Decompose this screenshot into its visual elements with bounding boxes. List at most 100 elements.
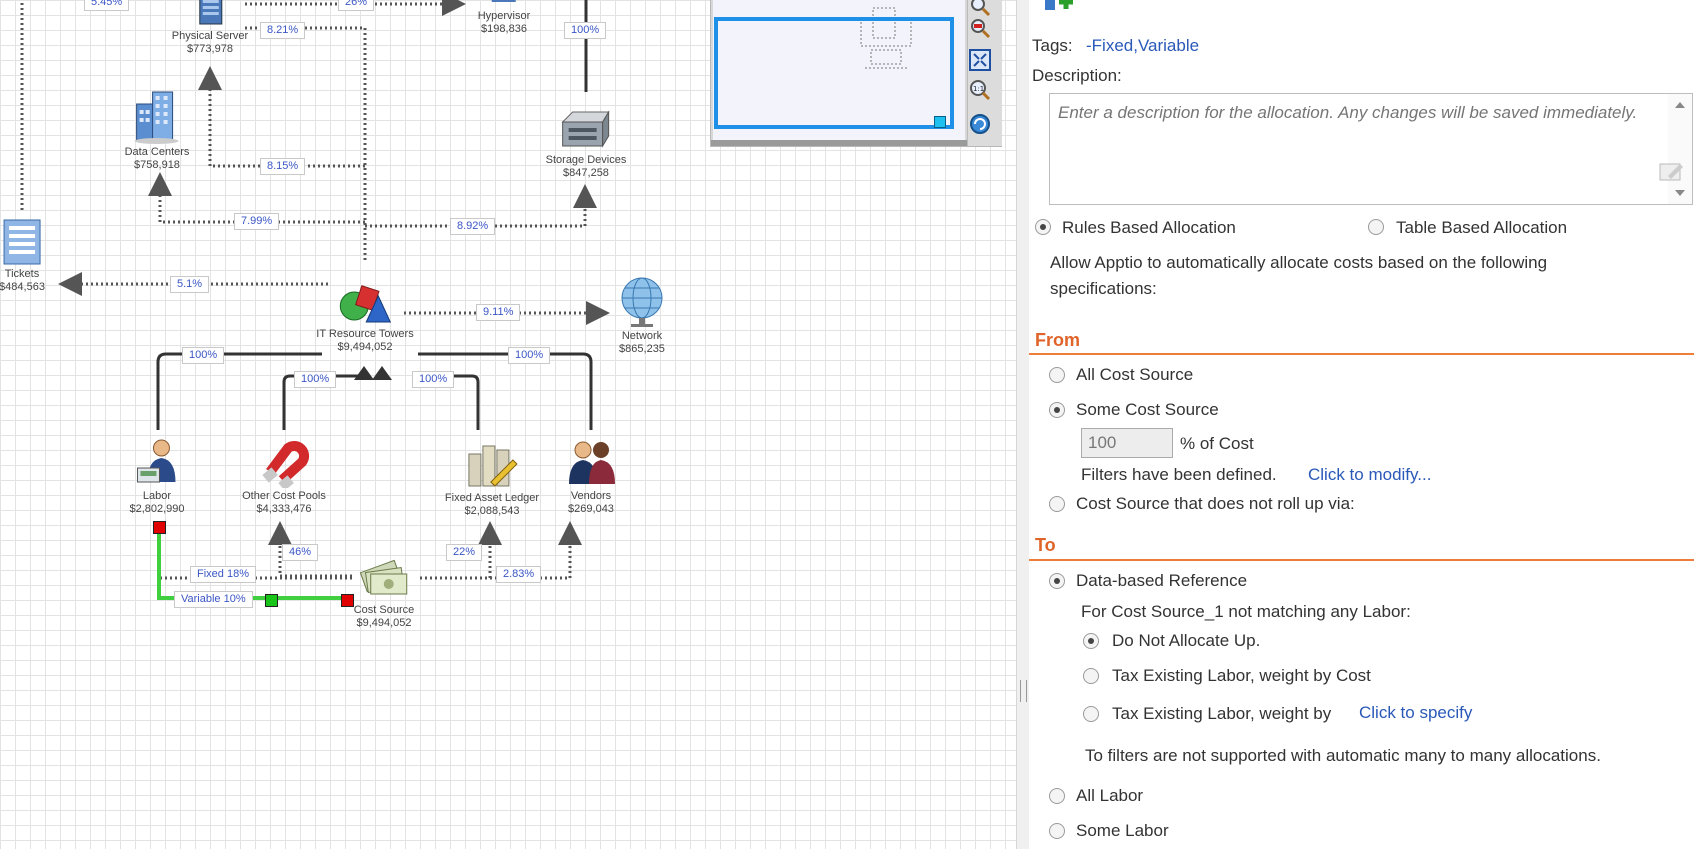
node-hypervisor[interactable]: Hypervisor $198,836 (478, 0, 530, 36)
connector (420, 521, 582, 580)
connection-label[interactable]: 8.15% (260, 158, 306, 175)
connection-label[interactable]: 100% (294, 371, 337, 388)
node-name: Labor (142, 490, 172, 502)
viewport-resize-handle[interactable] (934, 116, 946, 128)
click-to-specify-link[interactable]: Click to specify (1359, 703, 1472, 723)
actual-size-icon[interactable]: 1:1 (968, 78, 992, 102)
building-icon (135, 91, 179, 144)
some-cost-source-radio[interactable] (1049, 402, 1065, 418)
money-icon (360, 559, 408, 595)
all-cost-source-label[interactable]: All Cost Source (1076, 365, 1193, 385)
connection-label[interactable]: 22% (446, 544, 483, 561)
zoom-out-icon[interactable] (968, 16, 992, 40)
worker-icon (136, 439, 175, 483)
node-value: $4,333,476 (256, 503, 312, 515)
connection-label[interactable]: 26% (338, 0, 375, 11)
all-labor-label[interactable]: All Labor (1076, 786, 1143, 806)
rules-based-radio[interactable] (1035, 219, 1051, 235)
node-value: $269,043 (568, 503, 614, 515)
connection-label[interactable]: 9.11% (476, 304, 521, 321)
fit-to-screen-icon[interactable] (968, 48, 992, 72)
connection-label[interactable]: 2.83% (496, 566, 542, 583)
node-name: IT Resource Towers (316, 328, 414, 340)
allocation-properties-panel: Tags: -Fixed,Variable Description: Rules… (1029, 0, 1701, 849)
rules-based-label[interactable]: Rules Based Allocation (1062, 218, 1236, 238)
splitter-grip[interactable] (1020, 680, 1027, 702)
connection-label[interactable]: 7.99% (234, 213, 280, 230)
node-tickets[interactable]: Tickets $484,563 (0, 216, 45, 294)
node-data-centers[interactable]: Data Centers $758,918 (125, 86, 189, 172)
connector-start-handle[interactable] (341, 594, 354, 607)
data-based-reference-radio[interactable] (1049, 573, 1065, 589)
connection-label[interactable]: 46% (282, 544, 319, 561)
allocation-canvas[interactable]: Physical Server $773,978 Hypervisor $198… (0, 0, 1016, 849)
tax-by-cost-radio[interactable] (1083, 668, 1099, 684)
connector-midpoint-handle[interactable] (265, 594, 278, 607)
connector-end-handle[interactable] (153, 521, 166, 534)
connection-label[interactable]: Fixed 18% (190, 566, 256, 583)
description-scrollbar[interactable] (1668, 94, 1692, 204)
node-name: Storage Devices (545, 154, 627, 166)
connection-label[interactable]: 100% (508, 347, 551, 364)
connection-label[interactable]: 100% (412, 371, 455, 388)
percent-of-cost-input[interactable] (1081, 428, 1173, 458)
some-labor-label[interactable]: Some Labor (1076, 821, 1169, 841)
tags-value[interactable]: -Fixed,Variable (1086, 36, 1199, 56)
node-it-resource-towers[interactable]: IT Resource Towers $9,494,052 (316, 282, 414, 354)
no-rollup-label[interactable]: Cost Source that does not roll up via: (1076, 494, 1355, 514)
for-cost-source-text: For Cost Source_1 not matching any Labor… (1081, 602, 1411, 621)
many-to-many-note: To filters are not supported with automa… (1085, 746, 1601, 765)
allow-description-line1: Allow Apptio to automatically allocate c… (1050, 253, 1548, 272)
node-cost-source[interactable]: Cost Source $9,494,052 (354, 558, 414, 630)
tax-by-cost-label[interactable]: Tax Existing Labor, weight by Cost (1112, 666, 1371, 686)
tickets-icon (3, 219, 41, 265)
do-not-allocate-radio[interactable] (1083, 633, 1099, 649)
table-based-label[interactable]: Table Based Allocation (1396, 218, 1567, 238)
ledger-icon (468, 445, 518, 487)
tax-by-custom-radio[interactable] (1083, 706, 1099, 722)
node-labor[interactable]: Labor $2,802,990 (129, 436, 185, 516)
panel-splitter[interactable] (1016, 0, 1030, 849)
no-rollup-radio[interactable] (1049, 496, 1065, 512)
node-value: $865,235 (619, 343, 665, 355)
edit-note-icon[interactable] (1658, 160, 1686, 184)
connection-label[interactable]: 8.92% (450, 218, 496, 235)
tax-by-custom-label[interactable]: Tax Existing Labor, weight by (1112, 704, 1331, 724)
data-based-reference-label[interactable]: Data-based Reference (1076, 571, 1247, 591)
overview-panel[interactable] (710, 0, 1002, 147)
node-storage-devices[interactable]: Storage Devices $847,258 (545, 108, 627, 180)
overview-scrollbar[interactable] (711, 140, 969, 146)
connection-label[interactable]: 100% (182, 347, 225, 364)
node-other-cost-pools[interactable]: Other Cost Pools $4,333,476 (242, 436, 326, 516)
tags-label: Tags: (1032, 36, 1073, 55)
connection-label[interactable]: Variable 10% (174, 591, 253, 608)
connector (418, 352, 593, 430)
all-labor-radio[interactable] (1049, 788, 1065, 804)
overview-viewport-frame[interactable] (714, 17, 954, 129)
all-cost-source-radio[interactable] (1049, 367, 1065, 383)
connection-label[interactable]: 5.1% (170, 276, 210, 293)
some-labor-radio[interactable] (1049, 823, 1065, 839)
node-network[interactable]: Network $865,235 (617, 274, 667, 356)
connector-arrowhead (354, 366, 392, 380)
description-box[interactable] (1049, 93, 1693, 205)
from-section-title: From (1035, 330, 1080, 350)
magnet-icon (262, 441, 309, 488)
node-vendors[interactable]: Vendors $269,043 (563, 436, 619, 516)
node-physical-server[interactable]: Physical Server $773,978 (172, 0, 248, 56)
node-fixed-asset-ledger[interactable]: Fixed Asset Ledger $2,088,543 (445, 438, 539, 518)
add-allocation-icon[interactable] (1043, 0, 1079, 14)
connection-label[interactable]: 8.21% (260, 22, 306, 39)
description-input[interactable] (1050, 94, 1660, 202)
connection-label[interactable]: 5.45% (84, 0, 130, 11)
some-cost-source-label[interactable]: Some Cost Source (1076, 400, 1219, 420)
percent-of-cost-label: % of Cost (1180, 434, 1254, 453)
refresh-layout-icon[interactable] (968, 112, 992, 136)
storage-icon (561, 110, 610, 148)
do-not-allocate-label[interactable]: Do Not Allocate Up. (1112, 631, 1260, 651)
modify-filters-link[interactable]: Click to modify... (1308, 465, 1431, 485)
connection-label[interactable]: 100% (564, 22, 607, 39)
table-based-radio[interactable] (1368, 219, 1384, 235)
to-section-title: To (1035, 535, 1056, 555)
node-value: $773,978 (187, 43, 233, 55)
